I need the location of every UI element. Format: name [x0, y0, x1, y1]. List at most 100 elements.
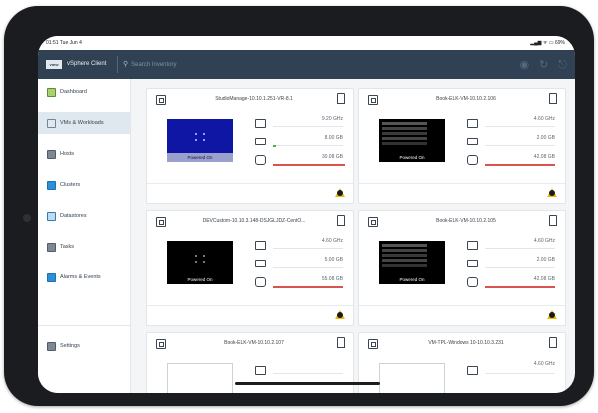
- vm-card[interactable]: Book-ELK-VM-10.10.2.105 Powered On 4.60 …: [358, 210, 566, 326]
- sidebar-item-vms-workloads[interactable]: VMs & Workloads: [38, 112, 130, 134]
- memory-fill: [273, 145, 276, 147]
- search-icon: ⚲: [123, 61, 129, 68]
- power-status: Powered On: [399, 155, 425, 160]
- vm-card-header: Book-ELK-VM-10.10.2.106: [359, 89, 565, 111]
- console-dot: [203, 255, 205, 257]
- console-dot: [195, 133, 197, 135]
- vm-console-thumbnail[interactable]: [167, 363, 233, 393]
- bookmark-icon[interactable]: [337, 93, 345, 104]
- vm-card-header: Book-ELK-VM-10.10.2.105: [359, 211, 565, 233]
- datastore-icon: [47, 212, 56, 221]
- help-icon[interactable]: ◉: [519, 59, 529, 71]
- app-title: vSphere Client: [67, 61, 107, 67]
- sidebar-item-datastores[interactable]: Datastores: [38, 205, 130, 227]
- vm-card-footer: [359, 183, 565, 203]
- vm-console-thumbnail[interactable]: Powered On: [167, 241, 233, 284]
- power-status: Powered On: [187, 277, 213, 282]
- vm-card[interactable]: StudioManage-10.10.1.251-VR-8.1 Powered …: [146, 88, 354, 204]
- vm-card[interactable]: Book-ELK-VM-10.10.2.106 Powered On 4.60 …: [358, 88, 566, 204]
- dashboard-icon: [47, 88, 56, 97]
- sidebar-item-alarms-events[interactable]: Alarms & Events: [38, 266, 130, 288]
- memory-value: 2.00 GB: [536, 135, 555, 141]
- search-placeholder: Search Inventory: [131, 62, 177, 68]
- cpu-icon: [467, 241, 478, 250]
- vm-name[interactable]: Book-ELK-VM-10.10.2.106: [389, 96, 543, 102]
- vm-card-header: VM-TPL-Windows 10-10.10.3.231: [359, 333, 565, 355]
- alarm-icon: [47, 273, 56, 282]
- sidebar-item-label: VMs & Workloads: [60, 120, 104, 126]
- app-header: vmw vSphere Client ⚲ Search Inventory ◉ ↻ ⎋: [38, 50, 575, 79]
- vm-icon: [156, 95, 166, 105]
- vm-name[interactable]: VM-TPL-Windows 10-10.10.3.231: [389, 340, 543, 346]
- user-icon[interactable]: ⎋: [558, 59, 567, 71]
- linux-warning-icon: [335, 310, 345, 319]
- bookmark-icon[interactable]: [549, 337, 557, 348]
- memory-value: 2.00 GB: [536, 257, 555, 263]
- cpu-value: 9.20 GHz: [321, 116, 343, 122]
- sidebar-item-label: Datastores: [60, 213, 87, 219]
- vm-card[interactable]: DEVCustom-10.10.3.148-DSJGLJDZ-CentO... …: [146, 210, 354, 326]
- storage-fill: [273, 286, 343, 288]
- storage-bar: [485, 164, 555, 166]
- cpu-bar: [485, 126, 555, 127]
- memory-icon: [255, 138, 266, 145]
- vm-name[interactable]: DEVCustom-10.10.3.148-DSJGLJDZ-CentO...: [177, 218, 331, 224]
- console-text: [382, 122, 427, 125]
- front-camera: [23, 214, 31, 222]
- storage-icon: [255, 277, 266, 287]
- storage-fill: [273, 164, 345, 166]
- vm-card[interactable]: VM-TPL-Windows 10-10.10.3.231 4.60 GHz: [358, 332, 566, 393]
- cpu-bar: [273, 248, 343, 249]
- cpu-value: 4.60 GHz: [533, 238, 555, 244]
- vm-icon: [368, 339, 378, 349]
- bookmark-icon[interactable]: [337, 337, 345, 348]
- vm-name[interactable]: Book-ELK-VM-10.10.2.107: [177, 340, 331, 346]
- screen: 01:51 Tue Jun 4 ▂▄▆ ᯤ ▭ 69% vmw vSphere …: [38, 36, 575, 393]
- storage-bar: [273, 164, 345, 166]
- vm-console-thumbnail[interactable]: Powered On: [167, 119, 233, 162]
- cpu-icon: [255, 241, 266, 250]
- bookmark-icon[interactable]: [549, 93, 557, 104]
- vm-name[interactable]: Book-ELK-VM-10.10.2.105: [389, 218, 543, 224]
- console-dot: [195, 261, 197, 263]
- cpu-icon: [467, 366, 478, 375]
- sidebar-item-dashboard[interactable]: Dashboard: [38, 81, 130, 103]
- console-dot: [203, 261, 205, 263]
- sidebar-item-tasks[interactable]: Tasks: [38, 236, 130, 258]
- linux-warning-icon: [547, 188, 557, 197]
- storage-fill: [485, 164, 555, 166]
- memory-bar: [273, 145, 343, 147]
- memory-value: 8.00 GB: [324, 135, 343, 141]
- vm-icon: [368, 95, 378, 105]
- cpu-icon: [255, 119, 266, 128]
- storage-fill: [485, 286, 555, 288]
- cpu-icon: [255, 366, 266, 375]
- memory-icon: [467, 260, 478, 267]
- sidebar-item-hosts[interactable]: Hosts: [38, 143, 130, 165]
- vm-console-thumbnail[interactable]: Powered On: [379, 241, 445, 284]
- cpu-icon: [467, 119, 478, 128]
- refresh-icon[interactable]: ↻: [539, 59, 548, 71]
- bookmark-icon[interactable]: [549, 215, 557, 226]
- vm-card-header: StudioManage-10.10.1.251-VR-8.1: [147, 89, 353, 111]
- cpu-bar: [273, 373, 343, 374]
- vm-console-thumbnail[interactable]: [379, 363, 445, 393]
- home-indicator[interactable]: [235, 382, 380, 385]
- sidebar-item-clusters[interactable]: Clusters: [38, 174, 130, 196]
- storage-value: 42.08 GB: [533, 276, 555, 282]
- vm-card-footer: [359, 305, 565, 325]
- settings-icon: [47, 342, 56, 351]
- bookmark-icon[interactable]: [337, 215, 345, 226]
- linux-warning-icon: [547, 310, 557, 319]
- storage-value: 30.08 GB: [321, 154, 343, 160]
- vm-name[interactable]: StudioManage-10.10.1.251-VR-8.1: [177, 96, 331, 102]
- vm-card-footer: [147, 305, 353, 325]
- cpu-value: 4.60 GHz: [533, 361, 555, 367]
- sidebar-item-settings[interactable]: Settings: [38, 335, 130, 357]
- storage-bar: [273, 286, 343, 288]
- vm-card-footer: [147, 183, 353, 203]
- memory-icon: [467, 138, 478, 145]
- search-input[interactable]: ⚲ Search Inventory: [123, 60, 177, 68]
- vm-console-thumbnail[interactable]: Powered On: [379, 119, 445, 162]
- host-icon: [47, 150, 56, 159]
